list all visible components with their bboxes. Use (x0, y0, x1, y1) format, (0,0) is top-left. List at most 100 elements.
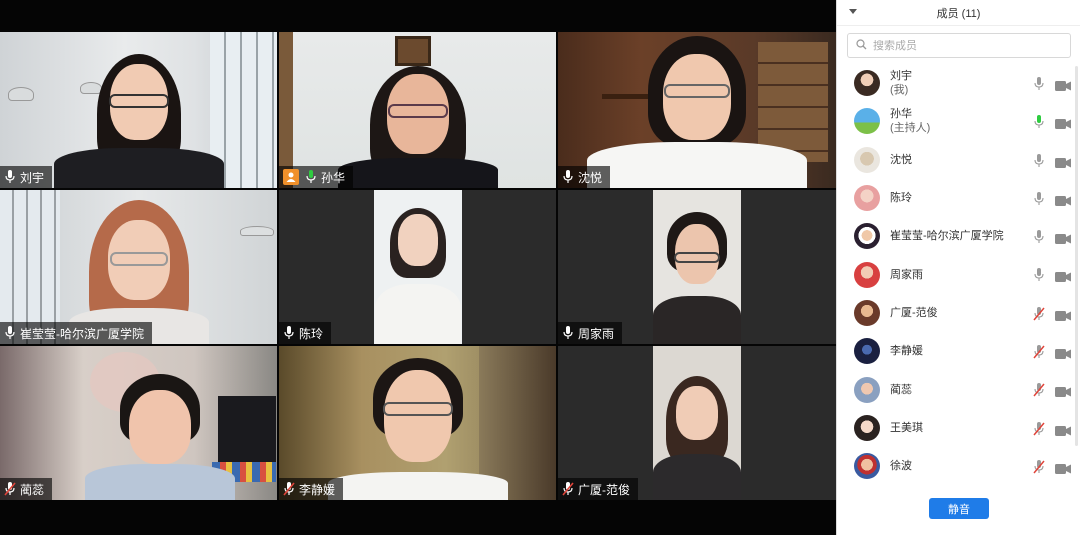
members-panel-header: 成员 (11) (837, 0, 1080, 26)
member-row[interactable]: 崔莹莹-哈尔滨广厦学院 (837, 217, 1080, 255)
user-photo-avatar-icon (854, 453, 880, 480)
member-microphone-icon[interactable] (1033, 115, 1045, 129)
member-microphone-icon[interactable] (1033, 306, 1045, 321)
member-microphone-icon[interactable] (1033, 345, 1045, 359)
user-photo-avatar-icon (854, 70, 880, 97)
member-camera-icon[interactable] (1055, 384, 1071, 398)
member-row[interactable]: 蔺蕊 (837, 370, 1080, 408)
participant-name: 沈悦 (578, 170, 603, 185)
member-camera-icon[interactable] (1055, 269, 1071, 283)
member-row[interactable]: 王美琪 (837, 409, 1080, 447)
member-row[interactable]: 刘宇 (我) (837, 64, 1080, 102)
member-microphone-icon[interactable] (1033, 268, 1045, 282)
members-panel: 成员 (11) 刘宇(我) 孙华(主持人) 沈悦 陈玲 (836, 0, 1080, 535)
user-photo-avatar-icon (854, 338, 880, 365)
video-tile[interactable]: 刘宇 (0, 32, 277, 188)
microphone-muted-icon (4, 482, 16, 496)
participant-name-tag: 陈玲 (279, 322, 332, 344)
member-camera-icon[interactable] (1055, 231, 1071, 245)
video-tile[interactable]: 崔莹莹-哈尔滨广厦学院 (0, 190, 277, 344)
member-microphone-icon[interactable] (1033, 153, 1045, 168)
member-name: 孙华 (890, 108, 912, 121)
member-name: 王美琪 (890, 421, 923, 434)
member-camera-icon[interactable] (1055, 155, 1071, 168)
member-list: 刘宇 (我) 孙华 (主持人) 沈悦 陈玲 崔莹莹-哈尔滨广厦学院 周家雨 广厦… (837, 64, 1080, 485)
participant-name-tag: 沈悦 (558, 166, 611, 188)
member-name: 周家雨 (890, 268, 923, 281)
member-camera-icon[interactable] (1055, 346, 1071, 360)
member-name: 崔莹莹-哈尔滨广厦学院 (890, 230, 1004, 243)
member-name: 蔺蕊 (890, 383, 912, 396)
member-search-box[interactable] (847, 33, 1071, 58)
member-role: (我) (890, 84, 909, 97)
participant-name-tag: 周家雨 (558, 322, 623, 344)
member-microphone-icon[interactable] (1033, 77, 1045, 91)
user-photo-avatar-icon (854, 223, 880, 250)
member-row[interactable]: 广厦-范俊 (837, 294, 1080, 332)
member-name: 徐波 (890, 460, 912, 473)
participant-name: 蔺蕊 (20, 482, 45, 497)
member-search-input[interactable] (873, 39, 1053, 52)
search-icon (856, 37, 867, 55)
member-row[interactable]: 周家雨 (837, 255, 1080, 293)
microphone-speaking-icon (305, 170, 317, 184)
video-tile[interactable]: 李静媛 (279, 346, 556, 500)
member-camera-icon[interactable] (1055, 116, 1071, 130)
member-name: 广厦-范俊 (890, 306, 938, 319)
member-row[interactable]: 孙华 (主持人) (837, 102, 1080, 140)
participant-name: 李静媛 (299, 482, 336, 497)
member-row[interactable]: 沈悦 (837, 141, 1080, 179)
user-photo-avatar-icon (854, 376, 880, 403)
video-grid: 刘宇 孙华 沈悦 崔莹莹-哈尔滨广厦学院 陈玲 周家雨 蔺蕊 李静媛 广厦-范俊 (0, 0, 836, 535)
member-list-scrollbar[interactable] (1075, 66, 1078, 446)
member-name: 沈悦 (890, 153, 912, 166)
participant-name: 广厦-范俊 (578, 482, 630, 497)
user-photo-avatar-icon (854, 299, 880, 326)
participant-name: 周家雨 (578, 326, 615, 341)
member-microphone-icon[interactable] (1033, 421, 1045, 436)
microphone-icon (4, 170, 16, 184)
member-camera-icon[interactable] (1055, 423, 1071, 436)
participant-name-tag: 刘宇 (0, 166, 53, 188)
video-tile[interactable]: 陈玲 (279, 190, 556, 344)
member-name: 刘宇 (890, 70, 912, 83)
user-photo-avatar-icon (854, 261, 880, 288)
member-camera-icon[interactable] (1055, 308, 1071, 321)
user-photo-avatar-icon (854, 146, 880, 173)
participant-name-tag: 孙华 (279, 166, 354, 188)
collapse-triangle-icon[interactable] (849, 9, 857, 14)
member-camera-icon[interactable] (1055, 78, 1071, 91)
member-camera-icon[interactable] (1055, 193, 1071, 206)
member-name: 李静媛 (890, 345, 923, 358)
member-row[interactable]: 陈玲 (837, 179, 1080, 217)
member-microphone-icon[interactable] (1033, 230, 1045, 244)
member-microphone-icon[interactable] (1033, 383, 1045, 397)
member-row[interactable]: 徐波 (837, 447, 1080, 485)
microphone-muted-icon (283, 482, 295, 496)
participant-name-tag: 崔莹莹-哈尔滨广厦学院 (0, 322, 152, 344)
video-tile[interactable]: 沈悦 (558, 32, 836, 188)
user-photo-avatar-icon (854, 185, 880, 212)
member-role: (主持人) (890, 122, 931, 135)
member-row[interactable]: 李静媛 (837, 332, 1080, 370)
microphone-icon (4, 326, 16, 340)
member-microphone-icon[interactable] (1033, 191, 1045, 206)
mute-all-button[interactable]: 静音 (929, 498, 989, 519)
participant-name-tag: 广厦-范俊 (558, 478, 638, 500)
participant-name: 陈玲 (299, 326, 324, 341)
video-tile[interactable]: 周家雨 (558, 190, 836, 344)
member-camera-icon[interactable] (1055, 461, 1071, 474)
video-tile-active-speaker[interactable]: 孙华 (279, 32, 556, 188)
microphone-icon (283, 326, 295, 340)
microphone-icon (562, 170, 574, 184)
member-microphone-icon[interactable] (1033, 459, 1045, 474)
video-tile[interactable]: 广厦-范俊 (558, 346, 836, 500)
participant-name: 崔莹莹-哈尔滨广厦学院 (20, 326, 144, 341)
user-photo-avatar-icon (854, 108, 880, 135)
video-tile[interactable]: 蔺蕊 (0, 346, 277, 500)
members-panel-title: 成员 (11) (936, 7, 981, 20)
user-photo-avatar-icon (854, 414, 880, 441)
participant-name-tag: 蔺蕊 (0, 478, 53, 500)
host-badge-icon (283, 169, 299, 185)
participant-name: 刘宇 (20, 170, 45, 185)
